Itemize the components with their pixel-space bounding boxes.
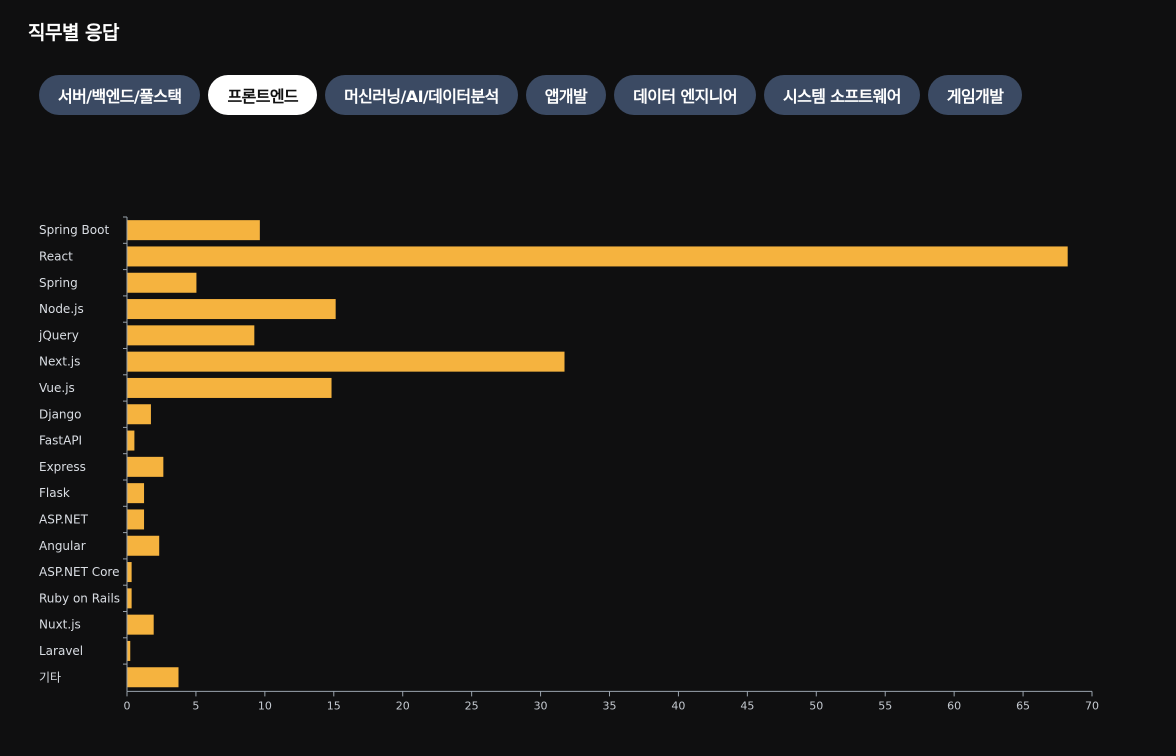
category-label: 기타 <box>39 670 61 684</box>
x-tick-label: 30 <box>534 699 548 712</box>
bar-4 <box>127 325 255 346</box>
category-label: ASP.NET <box>39 512 89 526</box>
category-label: Ruby on Rails <box>39 591 120 605</box>
bar-12 <box>127 535 160 556</box>
category-label: Angular <box>39 539 86 553</box>
x-tick-label: 15 <box>327 699 341 712</box>
x-tick-label: 60 <box>947 699 961 712</box>
category-label: Laravel <box>39 644 83 658</box>
bar-6 <box>127 377 332 398</box>
bar-2 <box>127 272 197 293</box>
category-label: Express <box>39 460 86 474</box>
bar-7 <box>127 404 151 425</box>
bar-0 <box>127 220 260 241</box>
bar-3 <box>127 299 336 320</box>
x-tick-label: 10 <box>258 699 272 712</box>
bar-15 <box>127 614 154 635</box>
category-label: FastAPI <box>39 434 82 448</box>
bar-14 <box>127 588 132 609</box>
bar-16 <box>127 640 131 661</box>
category-label: Next.js <box>39 355 80 369</box>
bar-13 <box>127 562 132 583</box>
category-label: Django <box>39 407 82 421</box>
category-label: Vue.js <box>39 381 75 395</box>
category-label: Spring <box>39 276 78 290</box>
bar-8 <box>127 430 135 451</box>
x-tick-label: 55 <box>878 699 892 712</box>
bar-10 <box>127 483 145 504</box>
category-label: Spring Boot <box>39 223 109 237</box>
bar-5 <box>127 351 565 372</box>
x-tick-label: 5 <box>192 699 199 712</box>
x-tick-label: 25 <box>465 699 479 712</box>
category-label: React <box>39 249 73 263</box>
x-tick-label: 40 <box>671 699 685 712</box>
x-tick-label: 45 <box>740 699 754 712</box>
category-label: Node.js <box>39 302 84 316</box>
bar-chart: Spring Boot React Spring Node.js jQuery Next.… <box>38 216 1099 712</box>
bar-17 <box>127 667 179 688</box>
bar-1 <box>127 246 1068 267</box>
x-tick-label: 35 <box>603 699 617 712</box>
x-tick-label: 65 <box>1016 699 1030 712</box>
x-tick-label: 20 <box>396 699 410 712</box>
bar-11 <box>127 509 145 530</box>
x-tick-label: 50 <box>809 699 823 712</box>
category-label: Flask <box>39 486 70 500</box>
category-label: ASP.NET Core <box>39 565 119 579</box>
category-label: jQuery <box>38 328 79 342</box>
category-label: Nuxt.js <box>39 618 81 632</box>
x-tick-label: 0 <box>124 699 131 712</box>
bar-9 <box>127 456 164 477</box>
x-tick-label: 70 <box>1085 699 1099 712</box>
